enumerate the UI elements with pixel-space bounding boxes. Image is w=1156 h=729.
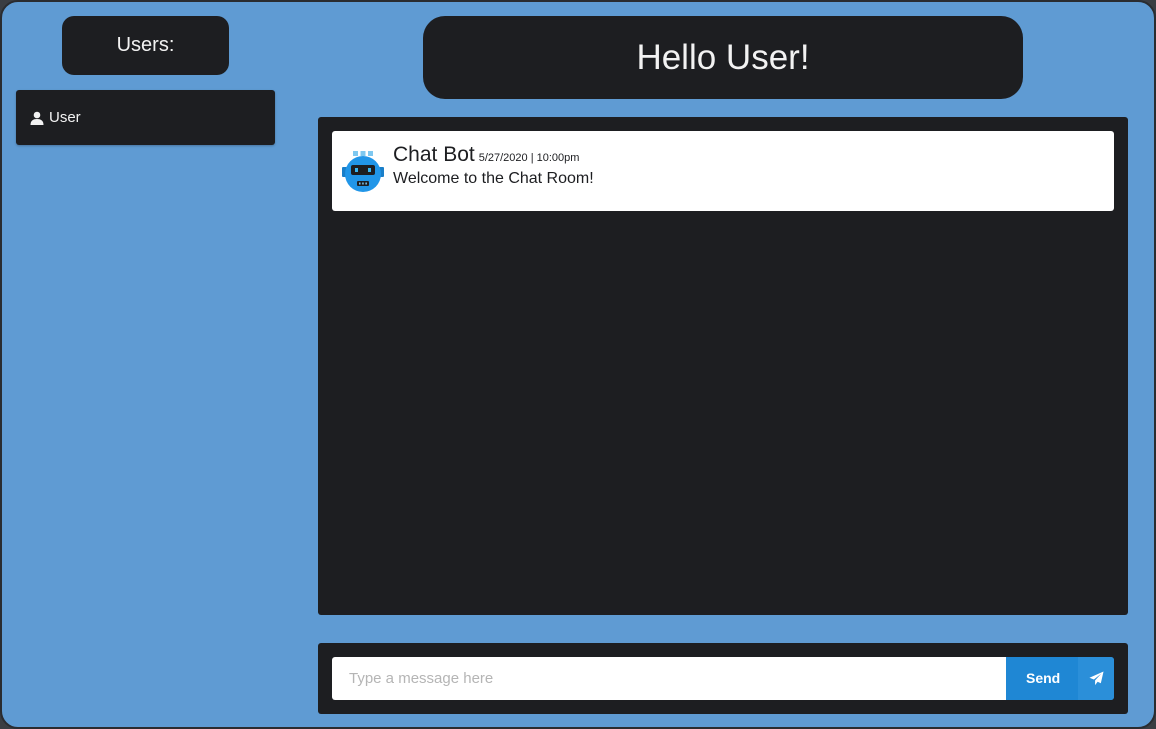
paper-plane-icon xyxy=(1088,671,1104,686)
users-heading: Users: xyxy=(62,16,229,75)
message-input[interactable] xyxy=(332,657,1006,700)
message-timestamp: 5/27/2020 | 10:00pm xyxy=(478,152,580,164)
user-name: User xyxy=(49,109,81,126)
message-header: Chat Bot 5/27/2020 | 10:00pm xyxy=(393,143,579,167)
robot-icon xyxy=(342,151,384,192)
message-text: Welcome to the Chat Room! xyxy=(393,170,594,187)
send-button[interactable]: Send xyxy=(1006,657,1114,700)
greeting-text: Hello User! xyxy=(636,37,810,77)
users-heading-label: Users: xyxy=(116,34,175,56)
send-button-label: Send xyxy=(1026,670,1061,686)
message-author: Chat Bot xyxy=(393,143,475,166)
user-list-item[interactable]: User xyxy=(16,90,275,145)
user-icon xyxy=(30,111,44,125)
chat-message: Chat Bot 5/27/2020 | 10:00pm Welcome to … xyxy=(332,131,1114,211)
chat-app: Users: User Hello User! Chat Bot 5/27/20… xyxy=(0,0,1156,729)
compose-bar: Send xyxy=(318,643,1128,714)
send-icon-area xyxy=(1078,657,1114,700)
chat-messages-panel[interactable]: Chat Bot 5/27/2020 | 10:00pm Welcome to … xyxy=(318,117,1128,615)
greeting-banner: Hello User! xyxy=(423,16,1023,99)
